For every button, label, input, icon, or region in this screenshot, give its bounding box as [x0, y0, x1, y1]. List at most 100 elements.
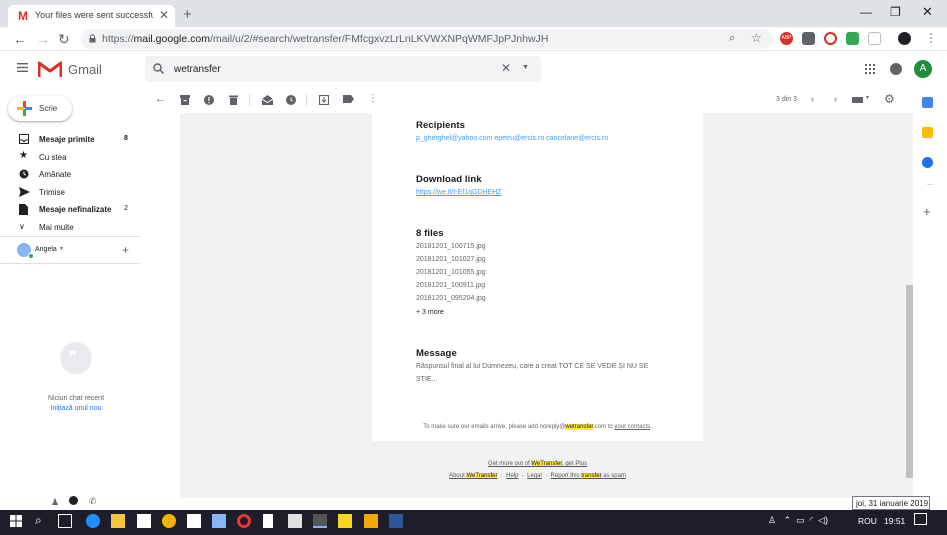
report-spam-icon[interactable]	[204, 95, 214, 105]
taskbar-clock[interactable]: 19:51	[884, 516, 905, 526]
message-heading: Message	[416, 348, 457, 359]
file-item: 20181201_101055.jpg	[416, 269, 486, 276]
opera-extension-icon[interactable]	[824, 32, 837, 45]
account-avatar[interactable]: A	[914, 60, 932, 78]
file-explorer-icon[interactable]	[111, 514, 125, 528]
sidebar-count: 2	[124, 205, 128, 212]
start-chat-link[interactable]: Inițiază unul nou	[0, 405, 152, 412]
move-to-icon[interactable]	[319, 95, 329, 105]
input-tools-icon[interactable]	[852, 97, 863, 103]
compose-button[interactable]: Scrie	[8, 96, 72, 121]
recipients-list[interactable]: p_gherghel@yahoo.com epetru@ercis.ro can…	[416, 135, 608, 142]
photos-icon[interactable]	[288, 514, 302, 528]
taskbar-search-icon[interactable]: ⌕	[35, 513, 42, 528]
edge-icon[interactable]	[86, 514, 100, 528]
person-icon[interactable]: ♟	[51, 497, 59, 508]
message-line: ȘTIE...	[416, 376, 438, 383]
notifications-icon[interactable]	[890, 63, 902, 75]
search-icon[interactable]	[153, 63, 164, 74]
hangouts-icon[interactable]	[69, 496, 78, 505]
about-link[interactable]: About WeTransfer	[449, 473, 498, 479]
date-tooltip: joi, 31 ianuarie 2019	[852, 496, 930, 510]
chrome-active-icon[interactable]	[313, 514, 327, 528]
document-icon[interactable]	[263, 514, 273, 528]
browser-menu-icon[interactable]: ⋮	[925, 31, 937, 45]
scrollbar-thumb[interactable]	[906, 285, 913, 478]
settings-gear-icon[interactable]: ⚙	[884, 92, 895, 106]
action-center-icon[interactable]	[914, 513, 927, 525]
new-tab-button[interactable]: +	[183, 6, 192, 23]
back-button[interactable]: ←	[13, 31, 27, 47]
app-icon[interactable]	[212, 514, 226, 528]
mark-unread-icon[interactable]	[262, 95, 273, 105]
back-to-list-icon[interactable]: ←	[155, 93, 166, 105]
maximize-button[interactable]: ❐	[890, 5, 901, 19]
label-icon[interactable]	[343, 95, 354, 103]
download-link[interactable]: https://we.tl/t-Ef1qGDHEHZ	[416, 189, 502, 196]
sidebar-item-inbox[interactable]: Mesaje primite 8	[0, 132, 140, 149]
apps-grid-icon[interactable]	[865, 64, 875, 74]
close-window-button[interactable]: ✕	[922, 4, 933, 20]
calendar-icon[interactable]	[922, 97, 933, 108]
toolbar-divider	[306, 94, 307, 106]
legal-link[interactable]: Legal	[527, 473, 542, 479]
app-bolt-icon[interactable]	[364, 514, 378, 528]
bookmark-star-icon[interactable]: ☆	[751, 31, 762, 45]
user-dropdown-icon[interactable]: ▼	[59, 246, 64, 252]
sidebar-item-starred[interactable]: ★ Cu stea	[0, 150, 140, 167]
send-icon	[19, 187, 30, 197]
reload-button[interactable]: ↻	[58, 31, 70, 48]
main-menu-icon[interactable]	[17, 63, 28, 72]
your-contacts-link[interactable]: your contacts	[614, 424, 650, 430]
browser-tab[interactable]: M Your files were sent successfully ✕	[8, 5, 175, 27]
sidebar-label: Amânate	[39, 170, 72, 179]
more-actions-icon[interactable]: ⋮	[368, 93, 378, 104]
sidebar-item-drafts[interactable]: Mesaje nefinalizate 2	[0, 202, 140, 219]
snooze-icon[interactable]	[286, 95, 296, 105]
input-tools-dropdown-icon[interactable]: ▼	[865, 95, 870, 101]
url-text: https://mail.google.com/mail/u/2/#search…	[102, 33, 549, 45]
newer-chevron-icon[interactable]: ‹	[811, 94, 814, 104]
keep-icon[interactable]	[922, 127, 933, 138]
task-view-icon[interactable]	[58, 514, 72, 528]
older-chevron-icon[interactable]: ›	[834, 94, 837, 104]
sticky-notes-icon[interactable]	[338, 514, 352, 528]
sidebar-item-sent[interactable]: Trimise	[0, 185, 140, 202]
phone-icon[interactable]: ✆	[89, 496, 97, 507]
gmail-logo-icon[interactable]	[38, 60, 62, 78]
extension-box-icon[interactable]	[868, 32, 881, 45]
profile-icon[interactable]	[898, 32, 911, 45]
minimize-button[interactable]: —	[860, 5, 872, 19]
add-contact-icon[interactable]: +	[122, 243, 129, 257]
opera-icon[interactable]	[237, 514, 251, 528]
tasks-icon[interactable]	[922, 157, 933, 168]
get-addons-icon[interactable]: +	[923, 204, 931, 219]
get-plus-link[interactable]: Get more out of WeTransfer, get Plus	[372, 461, 703, 467]
clear-search-icon[interactable]: ✕	[501, 61, 511, 75]
zoom-search-icon[interactable]: ⌕	[729, 32, 735, 45]
file-item: 20181201_100715.jpg	[416, 243, 486, 250]
sidebar-divider	[0, 263, 140, 264]
chrome-icon[interactable]	[162, 514, 176, 528]
help-link[interactable]: Help	[506, 473, 518, 479]
mail-icon[interactable]	[187, 514, 201, 528]
search-input[interactable]: wetransfer	[174, 64, 221, 75]
adblock-extension-icon[interactable]: ABP	[780, 32, 793, 45]
extension-green-icon[interactable]	[846, 32, 859, 45]
archive-icon[interactable]	[180, 95, 190, 105]
language-indicator[interactable]: ROU	[858, 516, 877, 526]
extension-camera-icon[interactable]	[802, 32, 815, 45]
word-icon[interactable]	[389, 514, 403, 528]
search-options-icon[interactable]: ▼	[522, 64, 529, 71]
close-tab-icon[interactable]: ✕	[159, 8, 169, 22]
sidebar-label: Trimise	[39, 188, 65, 197]
store-icon[interactable]	[137, 514, 151, 528]
delete-icon[interactable]	[229, 95, 238, 105]
system-tray-icons[interactable]: ♙ ⌃ ▭ ◜ ◁)	[768, 515, 828, 526]
sidebar-item-more[interactable]: ∨ Mai multe	[0, 220, 140, 237]
forward-button[interactable]: →	[36, 31, 50, 47]
hangouts-user-name[interactable]: Angela	[35, 246, 57, 253]
report-spam-link[interactable]: Report this transfer as spam	[551, 473, 626, 479]
windows-start-icon[interactable]	[10, 515, 22, 527]
sidebar-item-snoozed[interactable]: Amânate	[0, 167, 140, 184]
